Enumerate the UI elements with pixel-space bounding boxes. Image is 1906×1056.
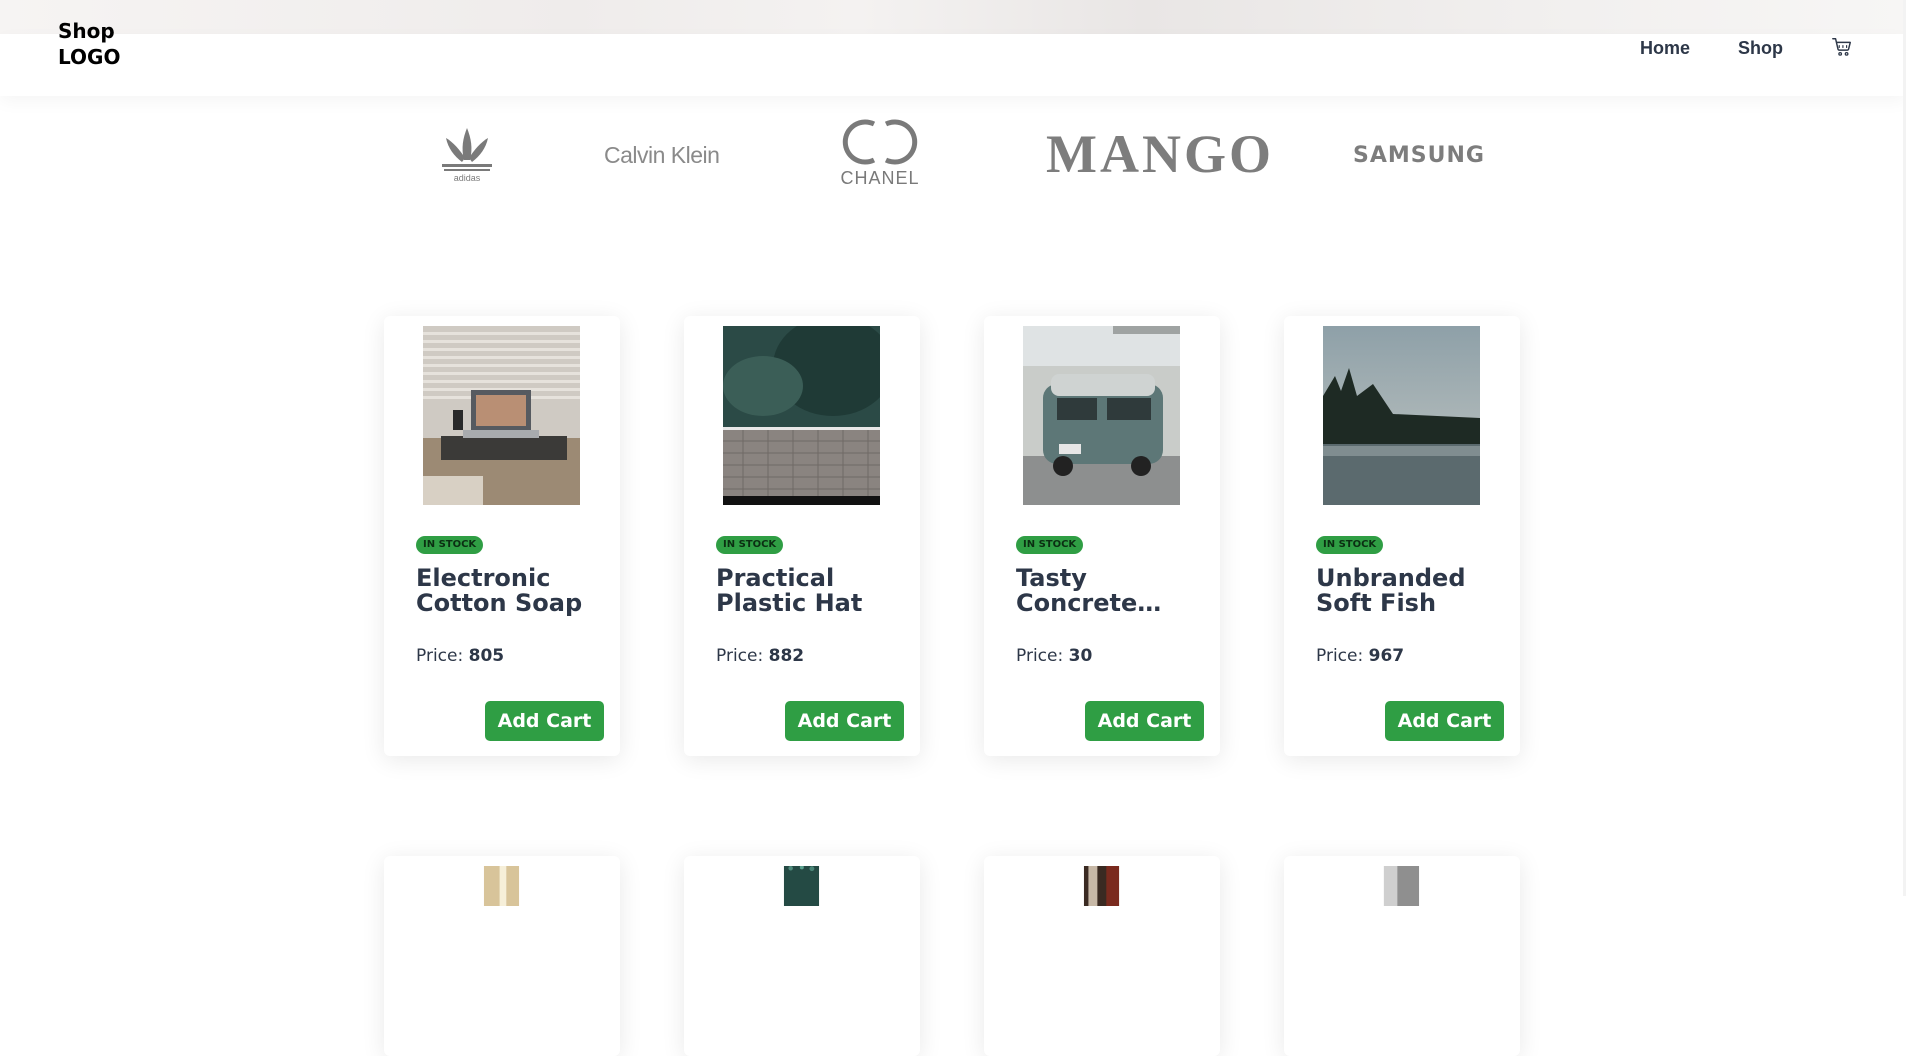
product-title[interactable]: Practical Plastic Hat: [716, 566, 896, 616]
chanel-logo: CHANEL: [840, 119, 919, 188]
product-image-partial[interactable]: [723, 866, 880, 906]
samsung-logo: SAMSUNG: [1353, 143, 1485, 168]
product-card-partial: [384, 856, 620, 1056]
nav-home-link[interactable]: Home: [1640, 38, 1690, 59]
add-cart-button[interactable]: Add Cart: [1385, 701, 1504, 741]
cart-icon[interactable]: [1831, 36, 1853, 58]
product-price: Price: 30: [1016, 646, 1092, 666]
product-image-van[interactable]: [1023, 326, 1180, 505]
product-title[interactable]: Electronic Cotton Soap: [416, 566, 596, 616]
price-value: 805: [468, 646, 505, 666]
price-label: Price:: [416, 646, 464, 666]
price-value: 967: [1368, 646, 1405, 666]
product-card-partial: [984, 856, 1220, 1056]
product-price: Price: 882: [716, 646, 804, 666]
product-title[interactable]: Tasty Concrete…: [1016, 566, 1196, 616]
stock-badge: IN STOCK: [1316, 536, 1384, 554]
price-label: Price:: [1016, 646, 1064, 666]
hero-image-strip: [0, 0, 1906, 36]
adidas-wordmark: adidas: [454, 173, 481, 183]
logo[interactable]: Shop LOGO: [58, 18, 120, 70]
price-value: 30: [1068, 646, 1093, 666]
add-cart-button[interactable]: Add Cart: [785, 701, 904, 741]
product-image-partial[interactable]: [1023, 866, 1180, 906]
navbar: Shop LOGO Home Shop: [0, 19, 1906, 96]
product-card: IN STOCK Electronic Cotton Soap Price: 8…: [384, 316, 620, 756]
chanel-wordmark: CHANEL: [840, 168, 919, 188]
product-image-partial[interactable]: [423, 866, 580, 906]
product-price: Price: 967: [1316, 646, 1404, 666]
product-card: IN STOCK Unbranded Soft Fish Price: 967 …: [1284, 316, 1520, 756]
stock-badge: IN STOCK: [416, 536, 484, 554]
product-price: Price: 805: [416, 646, 504, 666]
add-cart-button[interactable]: Add Cart: [485, 701, 604, 741]
price-label: Price:: [716, 646, 764, 666]
product-image-aerial[interactable]: [723, 326, 880, 505]
price-label: Price:: [1316, 646, 1364, 666]
product-card: IN STOCK Tasty Concrete… Price: 30 Add C…: [984, 316, 1220, 756]
product-image-laptop-desk[interactable]: [423, 326, 580, 505]
product-card-partial: [684, 856, 920, 1056]
stock-badge: IN STOCK: [1016, 536, 1084, 554]
adidas-logo: adidas: [442, 128, 492, 183]
product-image-partial[interactable]: [1323, 866, 1480, 906]
stock-badge: IN STOCK: [716, 536, 784, 554]
mango-logo: MANGO: [1046, 124, 1274, 184]
add-cart-button[interactable]: Add Cart: [1085, 701, 1204, 741]
product-image-lake[interactable]: [1323, 326, 1480, 505]
product-card-partial: [1284, 856, 1520, 1056]
product-title[interactable]: Unbranded Soft Fish: [1316, 566, 1496, 616]
calvin-klein-logo: Calvin Klein: [604, 142, 720, 168]
logo-line-2: LOGO: [58, 45, 121, 69]
product-card: IN STOCK Practical Plastic Hat Price: 88…: [684, 316, 920, 756]
price-value: 882: [768, 646, 805, 666]
nav-shop-link[interactable]: Shop: [1738, 38, 1783, 59]
logo-line-1: Shop: [58, 19, 115, 43]
brand-logos: adidas Calvin Klein CHANEL MANGO SAMSUNG: [0, 110, 1906, 200]
